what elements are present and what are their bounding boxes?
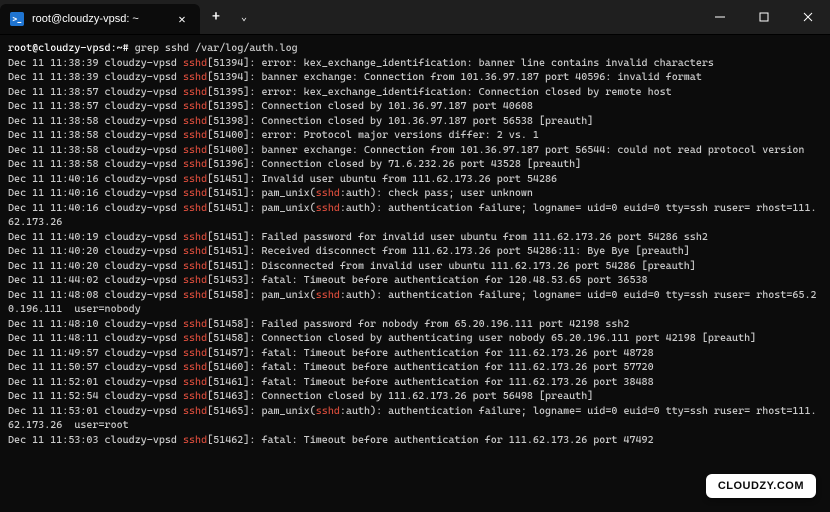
log-line: Dec 11 11:38:58 cloudzy-vpsd sshd[51398]…	[8, 114, 822, 129]
process-name: sshd	[183, 129, 207, 141]
powershell-icon: >_	[10, 12, 24, 26]
process-name: sshd	[183, 57, 207, 69]
process-name: sshd	[183, 231, 207, 243]
process-name: sshd	[183, 376, 207, 388]
log-line: Dec 11 11:44:02 cloudzy-vpsd sshd[51453]…	[8, 273, 822, 288]
process-name: sshd	[183, 260, 207, 272]
prompt-line: root@cloudzy-vpsd:~# grep sshd /var/log/…	[8, 41, 822, 56]
close-window-button[interactable]	[786, 0, 830, 34]
watermark-badge: CLOUDZY.COM	[706, 474, 816, 498]
minimize-button[interactable]	[698, 0, 742, 34]
terminal-tab[interactable]: >_ root@cloudzy-vpsd: ~ ✕	[0, 4, 200, 34]
log-line: Dec 11 11:52:54 cloudzy-vpsd sshd[51463]…	[8, 389, 822, 404]
tab-dropdown-button[interactable]: ⌄	[232, 0, 256, 34]
process-name: sshd	[183, 86, 207, 98]
terminal-output[interactable]: root@cloudzy-vpsd:~# grep sshd /var/log/…	[0, 35, 830, 455]
log-line: Dec 11 11:38:57 cloudzy-vpsd sshd[51395]…	[8, 99, 822, 114]
log-line: Dec 11 11:40:16 cloudzy-vpsd sshd[51451]…	[8, 201, 822, 230]
window-titlebar: >_ root@cloudzy-vpsd: ~ ✕ + ⌄	[0, 0, 830, 35]
log-line: Dec 11 11:49:57 cloudzy-vpsd sshd[51457]…	[8, 346, 822, 361]
prompt-symbol: #	[123, 42, 135, 54]
titlebar-drag-area[interactable]	[256, 0, 698, 34]
process-name: sshd	[183, 100, 207, 112]
process-name: sshd	[183, 405, 207, 417]
process-name: sshd	[183, 318, 207, 330]
process-name: sshd	[183, 202, 207, 214]
log-line: Dec 11 11:38:58 cloudzy-vpsd sshd[51400]…	[8, 128, 822, 143]
close-tab-button[interactable]: ✕	[174, 11, 190, 27]
log-line: Dec 11 11:50:57 cloudzy-vpsd sshd[51460]…	[8, 360, 822, 375]
command-text: grep sshd /var/log/auth.log	[135, 42, 298, 54]
process-name: sshd	[183, 115, 207, 127]
log-line: Dec 11 11:52:01 cloudzy-vpsd sshd[51461]…	[8, 375, 822, 390]
log-line: Dec 11 11:48:11 cloudzy-vpsd sshd[51458]…	[8, 331, 822, 346]
new-tab-button[interactable]: +	[200, 0, 232, 34]
process-name: sshd	[183, 173, 207, 185]
log-line: Dec 11 11:40:20 cloudzy-vpsd sshd[51451]…	[8, 244, 822, 259]
log-line: Dec 11 11:40:20 cloudzy-vpsd sshd[51451]…	[8, 259, 822, 274]
process-name: sshd	[183, 361, 207, 373]
prompt-user-host: root@cloudzy-vpsd	[8, 42, 111, 54]
log-line: Dec 11 11:40:16 cloudzy-vpsd sshd[51451]…	[8, 186, 822, 201]
tab-title: root@cloudzy-vpsd: ~	[32, 13, 166, 25]
log-line: Dec 11 11:40:19 cloudzy-vpsd sshd[51451]…	[8, 230, 822, 245]
process-name: sshd	[183, 71, 207, 83]
log-line: Dec 11 11:38:57 cloudzy-vpsd sshd[51395]…	[8, 85, 822, 100]
process-name: sshd	[183, 332, 207, 344]
log-line: Dec 11 11:38:58 cloudzy-vpsd sshd[51400]…	[8, 143, 822, 158]
process-name: sshd	[183, 245, 207, 257]
process-name: sshd	[183, 144, 207, 156]
log-line: Dec 11 11:38:39 cloudzy-vpsd sshd[51394]…	[8, 56, 822, 71]
log-line: Dec 11 11:48:08 cloudzy-vpsd sshd[51458]…	[8, 288, 822, 317]
log-line: Dec 11 11:40:16 cloudzy-vpsd sshd[51451]…	[8, 172, 822, 187]
log-line: Dec 11 11:53:03 cloudzy-vpsd sshd[51462]…	[8, 433, 822, 448]
process-name: sshd	[183, 434, 207, 446]
process-name: sshd	[183, 390, 207, 402]
log-line: Dec 11 11:38:58 cloudzy-vpsd sshd[51396]…	[8, 157, 822, 172]
maximize-button[interactable]	[742, 0, 786, 34]
process-name: sshd	[183, 158, 207, 170]
process-name: sshd	[183, 274, 207, 286]
log-line: Dec 11 11:38:39 cloudzy-vpsd sshd[51394]…	[8, 70, 822, 85]
process-name: sshd	[183, 347, 207, 359]
process-name: sshd	[183, 289, 207, 301]
log-line: Dec 11 11:48:10 cloudzy-vpsd sshd[51458]…	[8, 317, 822, 332]
log-line: Dec 11 11:53:01 cloudzy-vpsd sshd[51465]…	[8, 404, 822, 433]
process-name: sshd	[183, 187, 207, 199]
